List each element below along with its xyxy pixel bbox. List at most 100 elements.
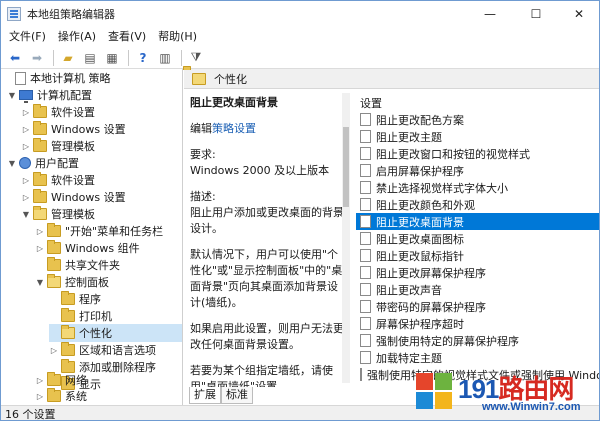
tree-item-admin-templates[interactable]: ▷ 管理模板 bbox=[21, 137, 95, 155]
folder-icon bbox=[47, 388, 61, 402]
chevron-right-icon[interactable]: ▷ bbox=[35, 239, 45, 257]
description-label: 描述: bbox=[190, 190, 216, 203]
chevron-right-icon[interactable]: ▷ bbox=[21, 103, 31, 121]
tree-item-printers[interactable]: 打印机 bbox=[49, 307, 112, 325]
edit-policy-link[interactable]: 策略设置 bbox=[212, 122, 256, 135]
policy-setting-icon bbox=[360, 300, 371, 313]
tree-item-programs[interactable]: 程序 bbox=[49, 290, 101, 308]
tree-item-label: 区域和语言选项 bbox=[79, 344, 156, 357]
toolbar-separator bbox=[53, 49, 54, 66]
setting-row[interactable]: 加载特定主题 bbox=[356, 349, 599, 366]
tree-item-root[interactable]: 本地计算机 策略 bbox=[3, 69, 111, 87]
setting-row[interactable]: 阻止更改桌面背景 bbox=[356, 213, 599, 230]
setting-row[interactable]: 阻止更改鼠标指针 bbox=[356, 247, 599, 264]
toolbar-separator bbox=[181, 49, 182, 66]
chevron-right-icon[interactable]: ▷ bbox=[49, 341, 59, 359]
policy-setting-icon bbox=[360, 181, 371, 194]
tree-item-label: 添加或删除程序 bbox=[79, 361, 156, 374]
close-icon: ✕ bbox=[573, 7, 585, 21]
menu-bar: 文件(F) 操作(A) 查看(V) 帮助(H) bbox=[1, 27, 599, 47]
tree-item-computer-config[interactable]: ▼ 计算机配置 bbox=[7, 86, 92, 104]
chevron-down-icon[interactable]: ▼ bbox=[7, 154, 17, 172]
close-button[interactable]: ✕ bbox=[559, 1, 599, 27]
setting-label: 阻止更改桌面背景 bbox=[376, 215, 464, 229]
description-value: 阻止用户添加或更改桌面的背景设计。 bbox=[190, 206, 344, 235]
menu-action[interactable]: 操作(A) bbox=[52, 27, 102, 47]
setting-label: 阻止更改主题 bbox=[376, 130, 442, 144]
setting-row[interactable]: 阻止更改桌面图标 bbox=[356, 230, 599, 247]
chevron-right-icon[interactable]: ▷ bbox=[35, 222, 45, 240]
description-scrollbar[interactable] bbox=[342, 93, 350, 383]
requirements-label: 要求: bbox=[190, 148, 216, 161]
help-button[interactable]: ? bbox=[133, 49, 153, 67]
tree-item-windows-settings[interactable]: ▷ Windows 设置 bbox=[21, 120, 126, 138]
tree-item-label: 程序 bbox=[79, 293, 101, 306]
window-title: 本地组策略编辑器 bbox=[27, 8, 115, 21]
menu-help[interactable]: 帮助(H) bbox=[152, 27, 203, 47]
policy-setting-icon bbox=[360, 130, 371, 143]
tab-extended[interactable]: 扩展 bbox=[189, 387, 221, 404]
filter-button[interactable]: ⧩ bbox=[186, 49, 206, 67]
tree-item-windows-components[interactable]: ▷ Windows 组件 bbox=[35, 239, 140, 257]
tab-standard[interactable]: 标准 bbox=[221, 387, 253, 404]
tree-item-user-config[interactable]: ▼ 用户配置 bbox=[7, 154, 79, 172]
folder-open-icon bbox=[192, 72, 206, 85]
policy-setting-icon bbox=[360, 147, 371, 160]
policy-setting-icon bbox=[360, 334, 371, 347]
tree-item-label: 计算机配置 bbox=[37, 89, 92, 102]
forward-button[interactable]: ➡ bbox=[27, 49, 47, 67]
tree-item-software-settings[interactable]: ▷ 软件设置 bbox=[21, 103, 95, 121]
chevron-down-icon[interactable]: ▼ bbox=[35, 273, 45, 291]
tree-item-control-panel[interactable]: ▼ 控制面板 bbox=[35, 273, 109, 291]
tree-item-user-windows-settings[interactable]: ▷ Windows 设置 bbox=[21, 188, 126, 206]
setting-row[interactable]: 启用屏幕保护程序 bbox=[356, 162, 599, 179]
tree-item-user-software-settings[interactable]: ▷ 软件设置 bbox=[21, 171, 95, 189]
policy-icon bbox=[15, 71, 26, 85]
back-button[interactable]: ⬅ bbox=[5, 49, 25, 67]
tree-item-regional-language[interactable]: ▷ 区域和语言选项 bbox=[49, 341, 156, 359]
setting-row[interactable]: 屏幕保护程序超时 bbox=[356, 315, 599, 332]
tree-item-start-menu[interactable]: ▷ "开始"菜单和任务栏 bbox=[35, 222, 163, 240]
maximize-button[interactable]: ☐ bbox=[513, 1, 559, 27]
setting-row[interactable]: 阻止更改主题 bbox=[356, 128, 599, 145]
chevron-right-icon[interactable]: ▷ bbox=[21, 137, 31, 155]
setting-row[interactable]: 阻止更改配色方案 bbox=[356, 111, 599, 128]
tree-item-system[interactable]: ▷ 系统 bbox=[35, 387, 87, 405]
chevron-right-icon[interactable]: ▷ bbox=[21, 171, 31, 189]
tree-item-shared-folders[interactable]: 共享文件夹 bbox=[35, 256, 120, 274]
specific-wallpaper-text: 若要为某个组指定墙纸，请使用"桌面墙纸"设置。 bbox=[190, 364, 333, 387]
menu-file[interactable]: 文件(F) bbox=[3, 27, 52, 47]
chevron-right-icon[interactable]: ▷ bbox=[21, 120, 31, 138]
scrollbar-thumb[interactable] bbox=[343, 127, 349, 207]
chevron-down-icon[interactable]: ▼ bbox=[7, 86, 17, 104]
folder-icon bbox=[61, 308, 75, 322]
up-folder-button[interactable]: ▰ bbox=[58, 49, 78, 67]
chevron-right-icon[interactable]: ▷ bbox=[21, 188, 31, 206]
show-hide-tree-button[interactable]: ▤ bbox=[80, 49, 100, 67]
tree-pane[interactable]: 本地计算机 策略 ▼ 计算机配置 ▷ 软件设置 ▷ Windows 设置 ▷ 管… bbox=[1, 69, 183, 405]
setting-row[interactable]: 阻止更改屏幕保护程序 bbox=[356, 264, 599, 281]
setting-label: 阻止更改屏幕保护程序 bbox=[376, 266, 486, 280]
setting-row[interactable]: 禁止选择视觉样式字体大小 bbox=[356, 179, 599, 196]
menu-view[interactable]: 查看(V) bbox=[102, 27, 152, 47]
setting-row[interactable]: 阻止更改颜色和外观 bbox=[356, 196, 599, 213]
help-icon: ? bbox=[139, 50, 147, 65]
folder-icon bbox=[33, 172, 47, 186]
setting-title: 阻止更改桌面背景 bbox=[190, 96, 278, 109]
export-button[interactable]: ▦ bbox=[102, 49, 122, 67]
minimize-button[interactable]: — bbox=[467, 1, 513, 27]
gpedit-app-icon bbox=[7, 7, 21, 21]
setting-row[interactable]: 带密码的屏幕保护程序 bbox=[356, 298, 599, 315]
policy-setting-icon bbox=[360, 283, 371, 296]
tree-item-user-admin-templates[interactable]: ▼ 管理模板 bbox=[21, 205, 95, 223]
tree-item-personalization[interactable]: 个性化 bbox=[49, 324, 182, 342]
settings-column-header[interactable]: 设置 bbox=[360, 95, 382, 111]
chevron-right-icon[interactable]: ▷ bbox=[35, 387, 45, 405]
title-bar: 本地组策略编辑器 — ☐ ✕ bbox=[1, 1, 599, 27]
setting-row[interactable]: 阻止更改窗口和按钮的视觉样式 bbox=[356, 145, 599, 162]
properties-button[interactable]: ▥ bbox=[155, 49, 175, 67]
chevron-down-icon[interactable]: ▼ bbox=[21, 205, 31, 223]
policy-setting-icon bbox=[360, 351, 371, 364]
setting-row[interactable]: 强制使用特定的屏幕保护程序 bbox=[356, 332, 599, 349]
setting-row[interactable]: 阻止更改声音 bbox=[356, 281, 599, 298]
